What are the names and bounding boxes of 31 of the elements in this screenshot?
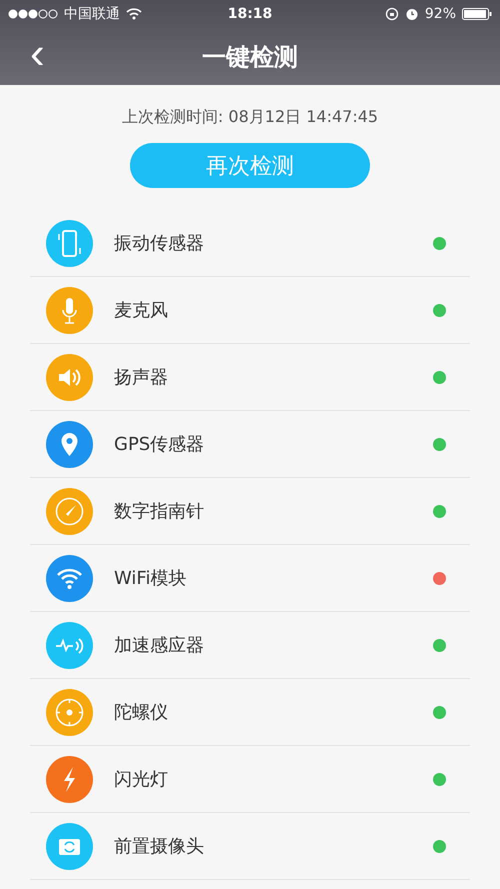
sensor-name: 振动传感器: [114, 232, 205, 255]
battery-percent: 92%: [424, 6, 456, 22]
sensor-name: 麦克风: [114, 299, 169, 322]
clock-time: 18:18: [228, 6, 272, 22]
wifi-icon: [46, 554, 93, 602]
sensor-name: 加速感应器: [114, 634, 205, 657]
flash-icon: [46, 756, 93, 802]
sensor-name: 前置摄像头: [114, 835, 205, 858]
accelerometer-icon: [46, 622, 93, 668]
battery-icon: [462, 8, 492, 20]
sensor-name: 数字指南针: [114, 500, 205, 523]
sensor-name: GPS传感器: [114, 433, 206, 456]
compass-icon: [46, 488, 93, 534]
gps-icon: [46, 420, 93, 468]
sensor-name: 陀螺仪: [114, 701, 169, 724]
microphone-icon: [46, 286, 93, 334]
speaker-icon: [46, 354, 93, 400]
camera-icon: [46, 822, 93, 870]
last-check-time: 上次检测时间: 08月12日 14:47:45: [120, 107, 380, 128]
rotation-lock-icon: [384, 7, 399, 21]
sensor-name: WiFi模块: [114, 567, 188, 590]
wifi-icon: [126, 8, 142, 20]
carrier-name: 中国联通: [64, 5, 120, 23]
alarm-icon: [404, 7, 419, 21]
gyroscope-icon: [46, 688, 93, 736]
page-title: 一键检测: [202, 42, 298, 72]
sensor-name: 扬声器: [114, 366, 169, 389]
back-button[interactable]: ‹: [24, 36, 51, 72]
vibration-icon: [46, 220, 93, 266]
sensor-name: 闪光灯: [114, 768, 169, 791]
signal-icon: [8, 9, 58, 19]
